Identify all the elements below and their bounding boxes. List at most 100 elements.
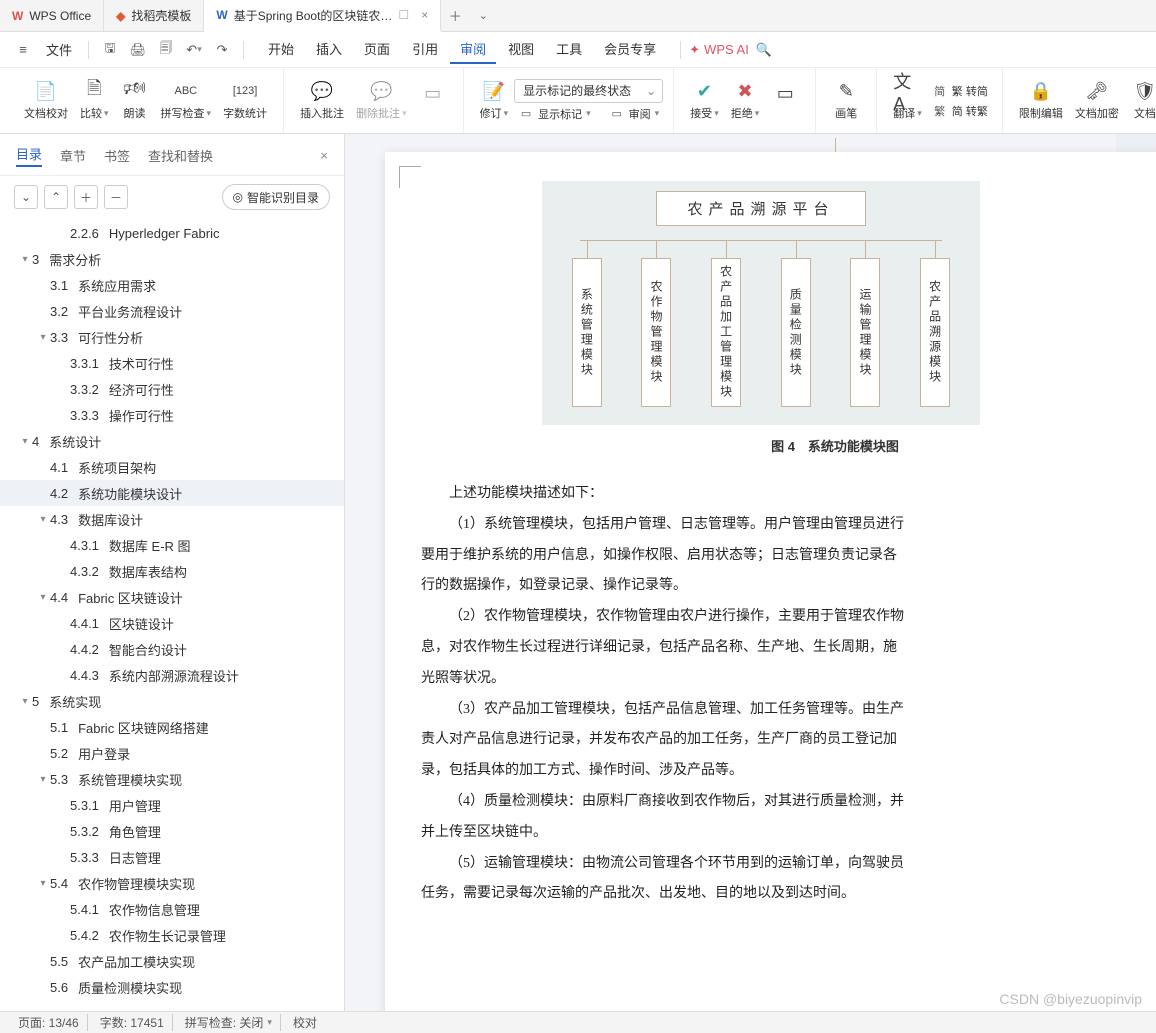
toc-row[interactable]: 3.3.1技术可行性: [0, 350, 344, 376]
undo-icon[interactable]: ↶▾: [181, 37, 207, 63]
sidebar-tab-toc[interactable]: 目录: [16, 144, 42, 167]
toc-row[interactable]: 5.4.2农作物生长记录管理: [0, 922, 344, 948]
toc-row[interactable]: ▾5.3系统管理模块实现: [0, 766, 344, 792]
track-changes-button[interactable]: 📝修订▾: [474, 78, 515, 123]
toc-row[interactable]: ▾4系统设计: [0, 428, 344, 454]
status-proof[interactable]: 校对: [285, 1014, 325, 1031]
status-page[interactable]: 页面: 13/46: [10, 1014, 88, 1031]
ribbon-group-proof: 📄文档校对 🗎比较▾ 🕬朗读 ABC拼写检查▾ [123]字数统计: [8, 68, 284, 133]
review-pane-button[interactable]: ▭审阅▾: [605, 105, 664, 123]
menu-tab-page[interactable]: 页面: [354, 35, 400, 64]
toc-row[interactable]: 4.4.3系统内部溯源流程设计: [0, 662, 344, 688]
toc-row[interactable]: 5.3.1用户管理: [0, 792, 344, 818]
toc-collapse-button[interactable]: ⌄: [14, 185, 38, 209]
translate-button[interactable]: 文A翻译▾: [887, 78, 928, 123]
menu-tab-insert[interactable]: 插入: [306, 35, 352, 64]
compare-button[interactable]: 🗎比较▾: [74, 78, 115, 123]
toc-row[interactable]: 5.1Fabric 区块链网络搭建: [0, 714, 344, 740]
toc-row[interactable]: 4.4.1区块链设计: [0, 610, 344, 636]
smart-toc-button[interactable]: ◎智能识别目录: [222, 184, 331, 210]
display-mode-select[interactable]: 显示标记的最终状态: [514, 79, 663, 103]
toc-row[interactable]: ▾4.3数据库设计: [0, 506, 344, 532]
tab-menu-chevron-icon[interactable]: ⌄: [469, 0, 497, 31]
toc-row[interactable]: ▾3需求分析: [0, 246, 344, 272]
doc-auth-button[interactable]: 🛡文档: [1125, 78, 1156, 123]
sidebar-tab-chapter[interactable]: 章节: [60, 146, 86, 165]
tab-sync-icon: ☐: [398, 8, 409, 22]
paragraph: 并上传至区块链中。: [421, 818, 1156, 849]
toc-row[interactable]: 5.2用户登录: [0, 740, 344, 766]
sidebar-tabs: 目录 章节 书签 查找和替换 ×: [0, 134, 344, 176]
save-icon[interactable]: 🖫: [97, 37, 123, 63]
menu-tab-vip[interactable]: 会员专享: [594, 35, 666, 64]
accept-button[interactable]: ✔接受▾: [684, 78, 725, 123]
menu-tab-start[interactable]: 开始: [258, 35, 304, 64]
show-markup-button[interactable]: ▭显示标记▾: [514, 105, 595, 123]
toc-number: 3.3.1: [70, 356, 99, 371]
delete-comment-button[interactable]: 💬删除批注▾: [350, 78, 413, 123]
toc-row[interactable]: ▾5.4农作物管理模块实现: [0, 870, 344, 896]
toc-row[interactable]: ▾3.3可行性分析: [0, 324, 344, 350]
toc-list[interactable]: 2.2.6Hyperledger Fabric▾3需求分析3.1系统应用需求3.…: [0, 218, 344, 1011]
status-words[interactable]: 字数: 17451: [92, 1014, 173, 1031]
toc-row[interactable]: ▾4.4Fabric 区块链设计: [0, 584, 344, 610]
print-icon[interactable]: 🖨: [125, 37, 151, 63]
insert-comment-button[interactable]: 💬插入批注: [294, 78, 350, 123]
tab-close-icon[interactable]: ×: [421, 8, 428, 22]
tab-templates[interactable]: ◆ 找稻壳模板: [104, 0, 204, 31]
page-corner-mark: [399, 166, 421, 188]
menu-tab-review[interactable]: 审阅: [450, 35, 496, 64]
read-aloud-button[interactable]: 🕬朗读: [115, 78, 155, 123]
status-spellcheck[interactable]: 拼写检查: 关闭 ▾: [177, 1014, 281, 1031]
word-count-button[interactable]: [123]字数统计: [217, 78, 273, 123]
toc-row[interactable]: 3.2平台业务流程设计: [0, 298, 344, 324]
toc-row[interactable]: 5.6质量检测模块实现: [0, 974, 344, 1000]
toc-row[interactable]: 5.5农产品加工模块实现: [0, 948, 344, 974]
comment-nav-button[interactable]: ▭: [413, 80, 453, 121]
toc-remove-button[interactable]: －: [104, 185, 128, 209]
toc-row[interactable]: 5.3.3日志管理: [0, 844, 344, 870]
reject-button[interactable]: ✖拒绝▾: [725, 78, 766, 123]
doc-proof-button[interactable]: 📄文档校对: [18, 78, 74, 123]
pen-button[interactable]: ✎画笔: [826, 78, 866, 123]
watermark: CSDN @biyezuopinvip: [999, 991, 1142, 1007]
menu-tab-reference[interactable]: 引用: [402, 35, 448, 64]
toc-row[interactable]: 4.4.2智能合约设计: [0, 636, 344, 662]
spellcheck-button[interactable]: ABC拼写检查▾: [155, 78, 218, 123]
toc-row[interactable]: 2.2.6Hyperledger Fabric: [0, 220, 344, 246]
menu-tab-tools[interactable]: 工具: [546, 35, 592, 64]
menu-tab-view[interactable]: 视图: [498, 35, 544, 64]
tab-document[interactable]: W 基于Spring Boot的区块链农… ☐ ×: [204, 0, 441, 32]
sidebar-tab-find[interactable]: 查找和替换: [148, 146, 213, 165]
sidebar-tab-bookmark[interactable]: 书签: [104, 146, 130, 165]
restrict-edit-button[interactable]: 🔒限制编辑: [1013, 78, 1069, 123]
menu-icon[interactable]: ≡: [10, 37, 36, 63]
document-viewport[interactable]: 农产品溯源平台 系统管理模块农作物管理模块农产品加工管理模块质量检测模块运输管理…: [345, 134, 1156, 1011]
wps-ai-button[interactable]: ✦WPS AI: [689, 42, 749, 58]
toc-row[interactable]: 4.2系统功能模块设计: [0, 480, 344, 506]
toc-title: 数据库 E-R 图: [109, 536, 191, 555]
toc-row[interactable]: 4.3.2数据库表结构: [0, 558, 344, 584]
toc-row[interactable]: 4.1系统项目架构: [0, 454, 344, 480]
new-tab-button[interactable]: ＋: [441, 0, 469, 31]
toc-row[interactable]: 5.4.1农作物信息管理: [0, 896, 344, 922]
file-menu[interactable]: 文件: [38, 38, 80, 61]
print-preview-icon[interactable]: 🗐: [153, 37, 179, 63]
trad-to-simp-button[interactable]: 简繁 转简: [928, 82, 992, 100]
toc-row[interactable]: 3.3.3操作可行性: [0, 402, 344, 428]
toc-row[interactable]: 3.3.2经济可行性: [0, 376, 344, 402]
toc-add-button[interactable]: ＋: [74, 185, 98, 209]
sidebar-close-icon[interactable]: ×: [320, 148, 328, 163]
tab-home[interactable]: W WPS Office: [0, 0, 104, 31]
toc-row[interactable]: 5.3.2角色管理: [0, 818, 344, 844]
redo-icon[interactable]: ↷: [209, 37, 235, 63]
change-nav-button[interactable]: ▭: [765, 80, 805, 121]
encrypt-button[interactable]: 🗝文档加密: [1069, 78, 1125, 123]
toc-row[interactable]: 3.1系统应用需求: [0, 272, 344, 298]
toc-number: 3.3.2: [70, 382, 99, 397]
toc-row[interactable]: ▾5系统实现: [0, 688, 344, 714]
toc-row[interactable]: 4.3.1数据库 E-R 图: [0, 532, 344, 558]
toc-expand-button[interactable]: ⌃: [44, 185, 68, 209]
simp-to-trad-button[interactable]: 繁简 转繁: [928, 102, 992, 120]
search-icon[interactable]: 🔍: [751, 37, 777, 63]
